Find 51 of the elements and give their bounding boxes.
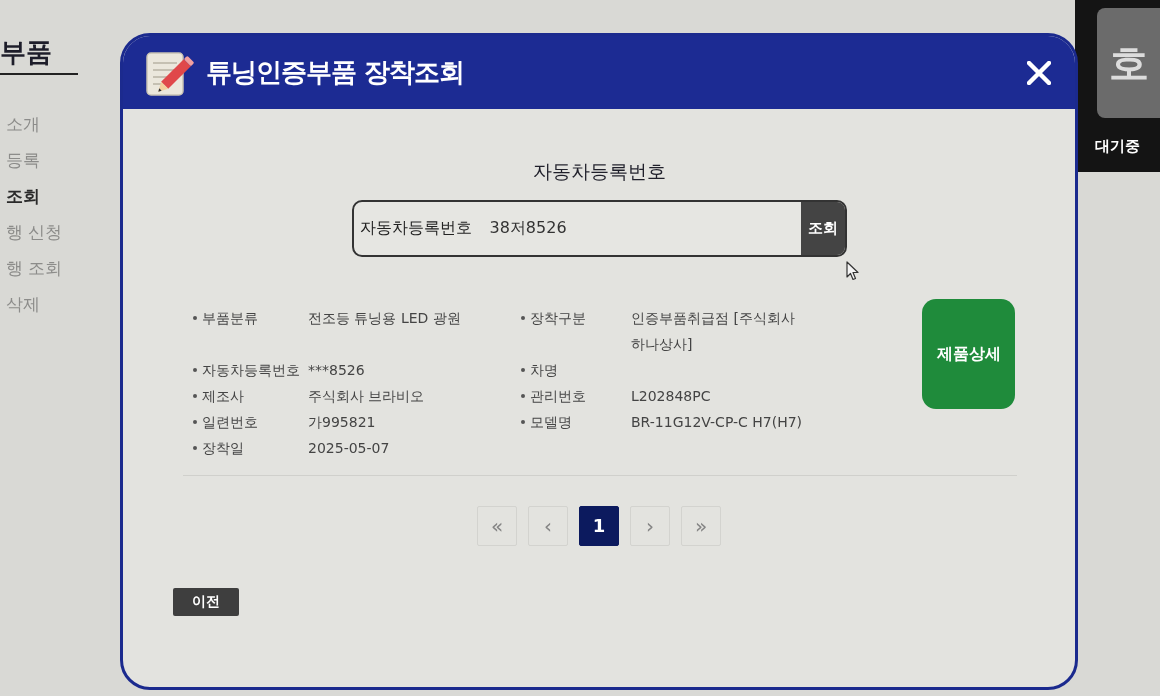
close-button[interactable]	[1027, 60, 1051, 85]
counter-tile: 호	[1097, 8, 1160, 118]
page-button[interactable]: 1	[579, 505, 619, 546]
search-field[interactable]: 자동차등록번호 38저8526 조회	[351, 199, 847, 257]
menu-item[interactable]: 삭제	[0, 290, 40, 318]
field-value: 인증부품취급점 [주식회사 하나상사]	[631, 309, 795, 352]
mouse-cursor-icon	[846, 261, 860, 281]
field-label: 모델명	[530, 412, 572, 432]
section-title: 부품	[0, 36, 52, 69]
bullet-icon	[193, 393, 197, 398]
plate-number-input[interactable]: 38저8526	[471, 201, 801, 255]
field-label: 차명	[530, 360, 558, 380]
previous-page-button[interactable]: ‹	[528, 505, 568, 546]
field-value: L202848PC	[631, 387, 711, 404]
bullet-icon	[521, 367, 525, 372]
field-label: 장착일	[202, 438, 244, 458]
field-value: 주식회사 브라비오	[308, 387, 425, 404]
menu-item[interactable]: 행 조회	[0, 254, 63, 282]
menu-item[interactable]: 등록	[0, 146, 40, 174]
field-label: 자동차등록번호	[202, 360, 300, 380]
bullet-icon	[193, 315, 197, 320]
field-value: 가995821	[308, 413, 376, 430]
back-button[interactable]: 이전	[173, 587, 239, 616]
bullet-icon	[521, 315, 525, 320]
field-label: 자동차등록번호	[358, 217, 472, 239]
first-page-button[interactable]: «	[477, 505, 517, 546]
bullet-icon	[193, 445, 197, 450]
menu-item[interactable]: 조회	[0, 182, 40, 210]
field-value: ***8526	[308, 361, 365, 378]
dialog-title: 튜닝인증부품 장착조회	[206, 56, 465, 89]
queue-status: 대기중	[1095, 136, 1140, 157]
bullet-icon	[193, 419, 197, 424]
field-value: BR-11G12V-CP-C H7(H7)	[631, 413, 803, 430]
product-detail-button[interactable]: 제품상세	[922, 298, 1015, 409]
field-label: 부품분류	[202, 308, 258, 328]
last-page-button[interactable]: »	[681, 505, 721, 546]
menu-item[interactable]: 소개	[0, 110, 40, 138]
field-label: 관리번호	[530, 386, 586, 406]
field-label: 제조사	[202, 386, 244, 406]
section-heading: 자동차등록번호	[532, 159, 666, 184]
field-value: 전조등 튜닝용 LED 광원	[308, 309, 461, 326]
bullet-icon	[521, 393, 525, 398]
menu-item[interactable]: 행 신청	[0, 218, 63, 246]
close-icon	[1027, 60, 1051, 85]
field-label: 장착구분	[530, 308, 586, 328]
bullet-icon	[193, 367, 197, 372]
field-value: 2025-05-07	[308, 439, 390, 456]
bullet-icon	[521, 419, 525, 424]
field-label: 일련번호	[202, 412, 258, 432]
next-page-button[interactable]: ›	[630, 505, 670, 546]
search-button[interactable]: 조회	[800, 201, 845, 255]
